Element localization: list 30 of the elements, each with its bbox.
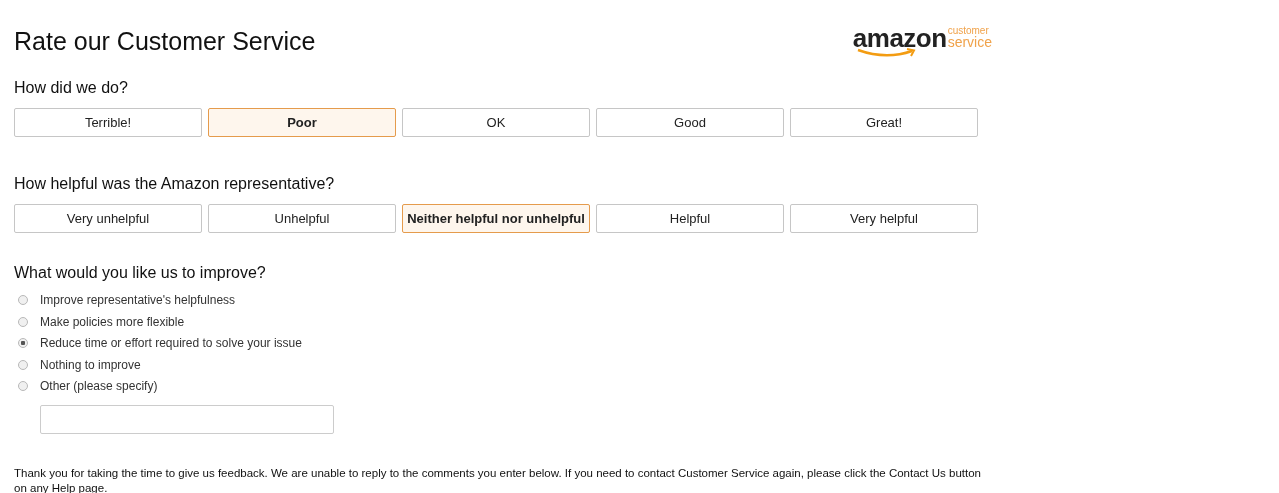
option-label: Improve representative's helpfulness xyxy=(40,293,236,308)
radio-button[interactable] xyxy=(18,381,28,392)
rating-button[interactable]: Poor xyxy=(208,108,396,137)
input-field[interactable] xyxy=(40,404,334,434)
brand-name: amazon xyxy=(852,26,947,50)
radio-button[interactable] xyxy=(18,295,28,306)
rating-button[interactable]: Helpful xyxy=(596,204,784,233)
option-label: Make policies more flexible xyxy=(40,314,185,329)
radio-button[interactable] xyxy=(18,359,28,370)
rating-button[interactable]: Very helpful xyxy=(790,204,978,233)
smile-icon xyxy=(855,48,918,58)
page-title: Rate our Customer Service xyxy=(14,27,316,56)
rating-button[interactable]: Very unhelpful xyxy=(14,204,202,233)
radio-button[interactable] xyxy=(18,316,28,327)
logo-subtitle: service xyxy=(947,36,992,49)
rating-button[interactable]: Unhelpful xyxy=(208,204,396,233)
rating-button[interactable]: Neither helpful nor unhelpful xyxy=(402,204,590,233)
option-label: Reduce time or effort required to solve your issue xyxy=(40,336,302,351)
radio-button[interactable] xyxy=(18,338,28,349)
option-label: Nothing to improve xyxy=(40,357,141,372)
rating-button[interactable]: Terrible! xyxy=(14,108,202,137)
rating-button[interactable]: Good xyxy=(596,108,784,137)
rating-button[interactable]: Great! xyxy=(790,108,978,137)
question-label: What would you like us to improve? xyxy=(14,264,267,282)
feedback-note: Thank you for taking the time to give us feedback. We are unable to reply to the comments you enter below. If you need to contact Customer Service again, please click the Contact Us button on any Help page. xyxy=(14,465,982,493)
question-label: How helpful was the Amazon representative? xyxy=(14,175,336,193)
question-label: How did we do? xyxy=(14,79,129,97)
logo-subtitle: customer xyxy=(947,26,990,36)
option-label: Other (please specify) xyxy=(40,379,158,394)
rating-button[interactable]: OK xyxy=(402,108,590,137)
